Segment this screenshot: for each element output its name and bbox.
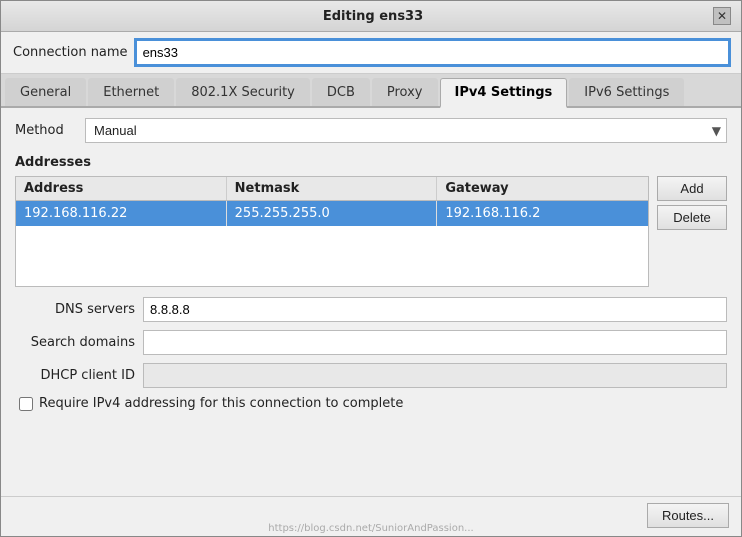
tab-dcb[interactable]: DCB	[312, 78, 370, 106]
col-netmask: Netmask	[227, 177, 438, 200]
tab-ethernet[interactable]: Ethernet	[88, 78, 174, 106]
dialog: Editing ens33 ✕ Connection name General …	[0, 0, 742, 537]
search-domains-input[interactable]	[143, 330, 727, 355]
addresses-section-title: Addresses	[15, 155, 727, 170]
method-select-wrap: Manual Automatic (DHCP) Link-Local Only …	[85, 118, 727, 143]
dhcp-client-id-input	[143, 363, 727, 388]
dns-servers-input[interactable]	[143, 297, 727, 322]
col-address: Address	[16, 177, 227, 200]
connection-name-label: Connection name	[13, 45, 128, 60]
method-row: Method Manual Automatic (DHCP) Link-Loca…	[15, 118, 727, 143]
add-button[interactable]: Add	[657, 176, 727, 201]
titlebar: Editing ens33 ✕	[1, 1, 741, 32]
require-ipv4-checkbox[interactable]	[19, 397, 33, 411]
dns-servers-row: DNS servers	[15, 297, 727, 322]
search-domains-label: Search domains	[15, 335, 135, 350]
require-ipv4-label: Require IPv4 addressing for this connect…	[39, 396, 403, 411]
table-empty-area	[16, 226, 648, 286]
dns-servers-label: DNS servers	[15, 302, 135, 317]
col-gateway: Gateway	[437, 177, 648, 200]
tab-general[interactable]: General	[5, 78, 86, 106]
connection-name-input[interactable]	[136, 40, 729, 65]
cell-address: 192.168.116.22	[16, 201, 227, 226]
tab-ipv6[interactable]: IPv6 Settings	[569, 78, 684, 106]
tabs-bar: General Ethernet 802.1X Security DCB Pro…	[1, 74, 741, 108]
tab-content: Method Manual Automatic (DHCP) Link-Loca…	[1, 108, 741, 496]
table-header: Address Netmask Gateway	[16, 177, 648, 201]
addresses-table: Address Netmask Gateway 192.168.116.22 2…	[15, 176, 649, 287]
dhcp-client-id-label: DHCP client ID	[15, 368, 135, 383]
watermark: https://blog.csdn.net/SuniorAndPassion..…	[268, 523, 473, 534]
delete-button[interactable]: Delete	[657, 205, 727, 230]
addresses-table-wrap: Address Netmask Gateway 192.168.116.22 2…	[15, 176, 727, 287]
tab-security[interactable]: 802.1X Security	[176, 78, 310, 106]
method-select[interactable]: Manual Automatic (DHCP) Link-Local Only …	[85, 118, 727, 143]
table-buttons: Add Delete	[657, 176, 727, 287]
tab-proxy[interactable]: Proxy	[372, 78, 438, 106]
table-row[interactable]: 192.168.116.22 255.255.255.0 192.168.116…	[16, 201, 648, 226]
routes-button[interactable]: Routes...	[647, 503, 729, 528]
require-ipv4-row: Require IPv4 addressing for this connect…	[15, 396, 727, 411]
method-label: Method	[15, 123, 75, 138]
cell-netmask: 255.255.255.0	[227, 201, 438, 226]
connection-name-row: Connection name	[1, 32, 741, 74]
dialog-title: Editing ens33	[33, 9, 713, 24]
close-button[interactable]: ✕	[713, 7, 731, 25]
cell-gateway: 192.168.116.2	[437, 201, 648, 226]
dhcp-client-id-row: DHCP client ID	[15, 363, 727, 388]
footer: Routes... https://blog.csdn.net/SuniorAn…	[1, 496, 741, 536]
tab-ipv4[interactable]: IPv4 Settings	[440, 78, 568, 108]
search-domains-row: Search domains	[15, 330, 727, 355]
